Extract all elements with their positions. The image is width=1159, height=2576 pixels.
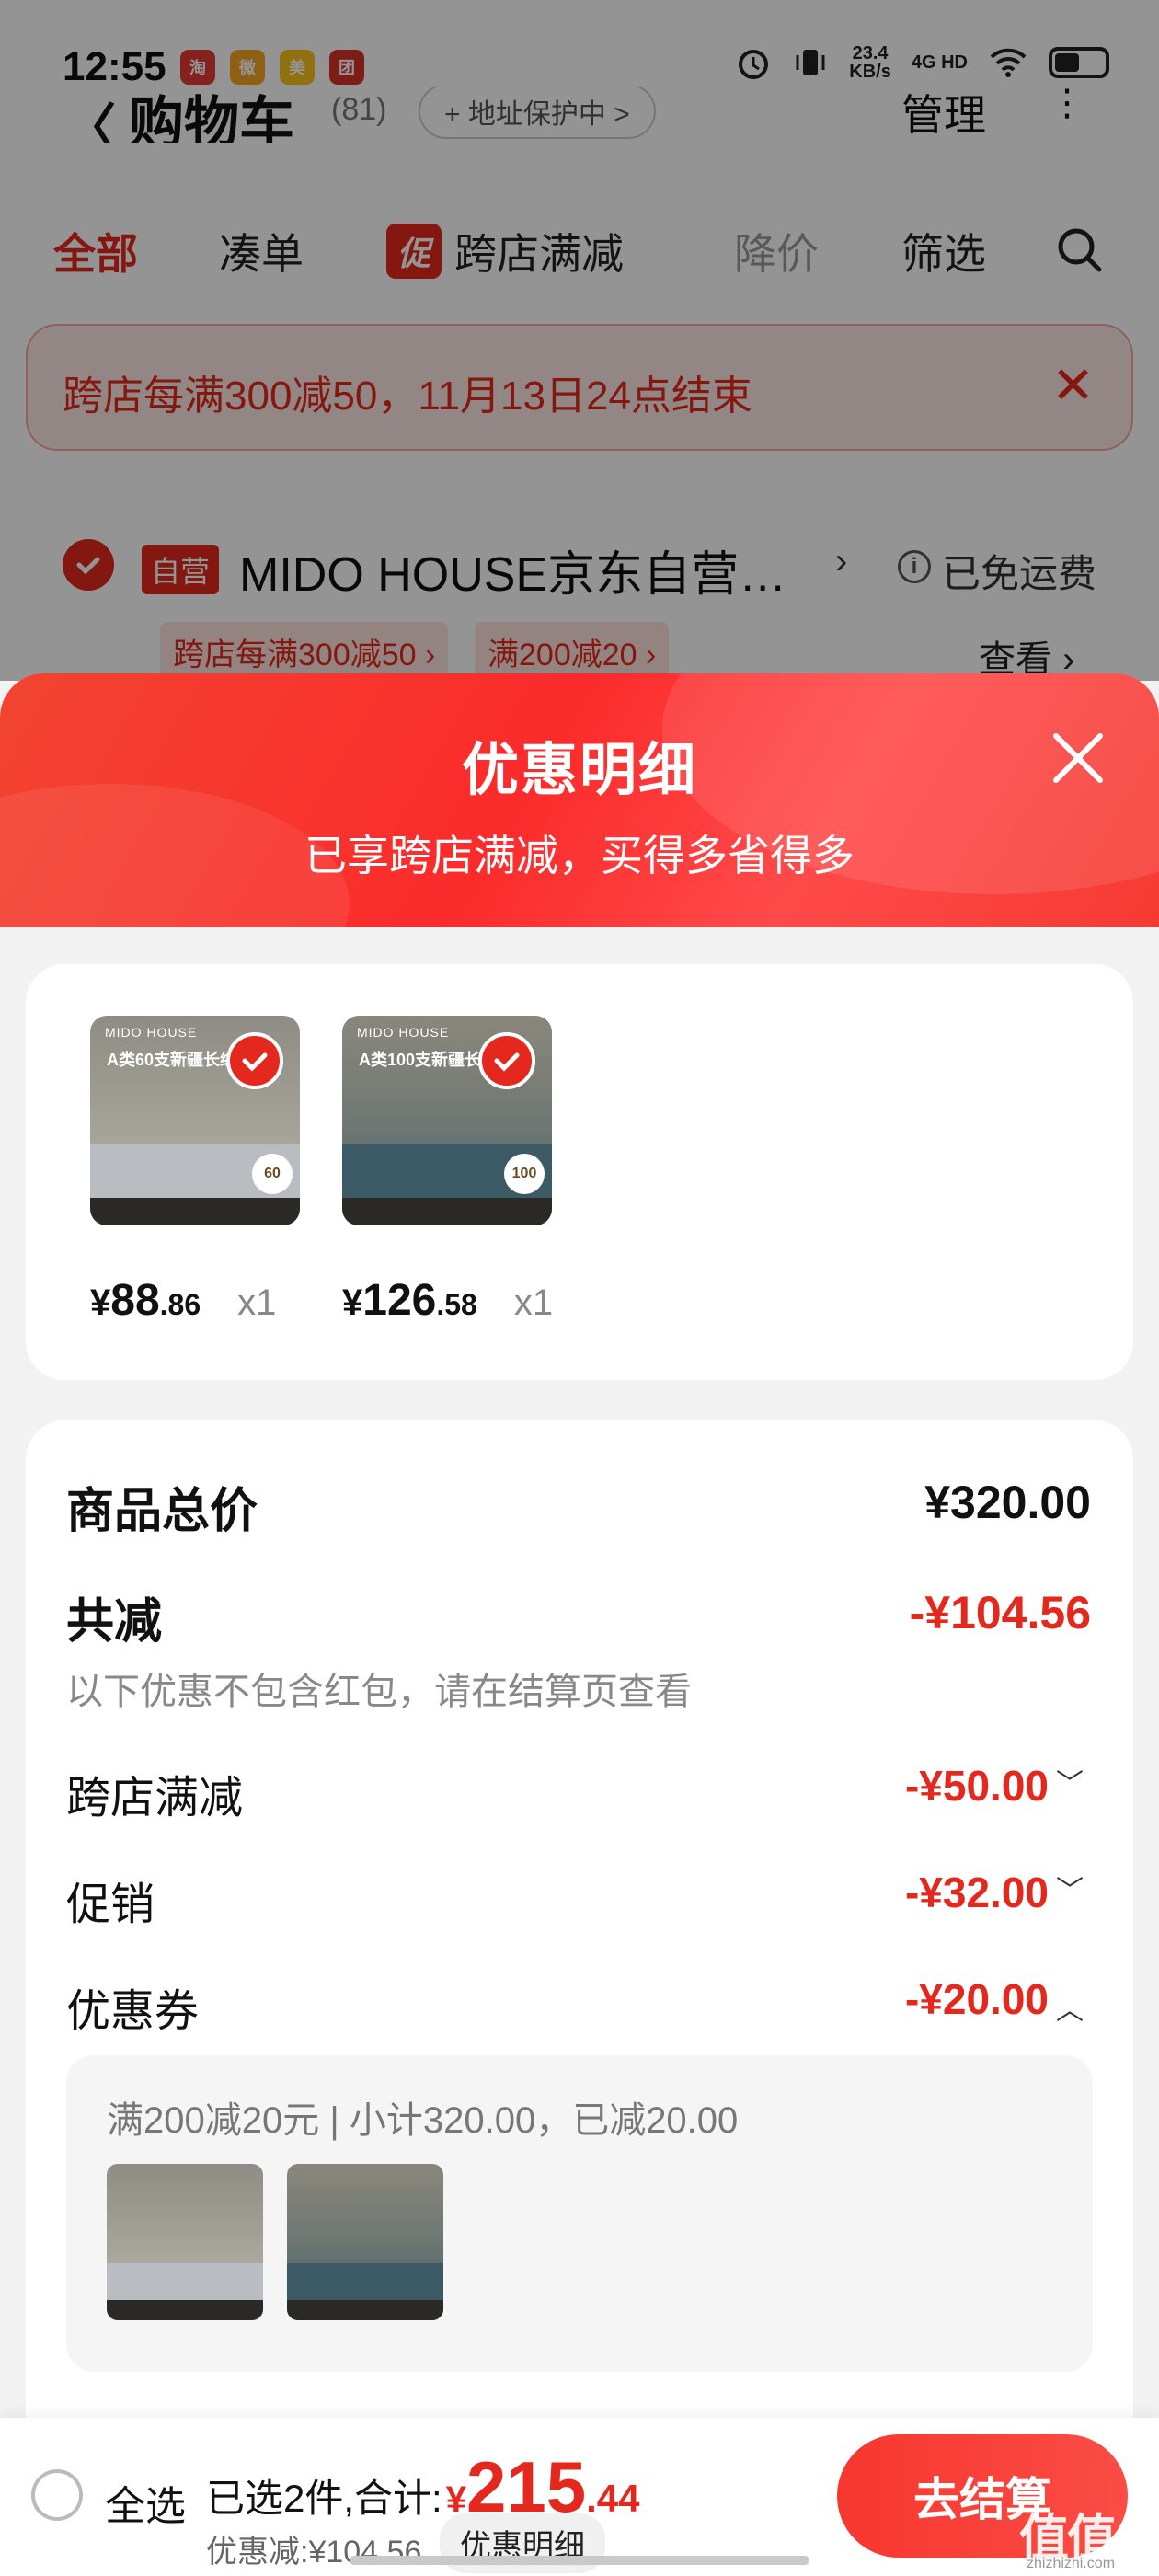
select-all-checkbox[interactable] [31, 2469, 83, 2521]
chevron-down-icon: ﹀ [1056, 1876, 1084, 1906]
cross-store-value: -¥50.00 [904, 1762, 1049, 1810]
product-price: ¥126.58 x1 [342, 1276, 554, 1325]
cross-store-label: 跨店满减 [66, 1774, 244, 1823]
product-thumbnail: MIDO HOUSE A类100支新疆长绒 100 [342, 1016, 552, 1225]
select-all-label[interactable]: 全选 [105, 2473, 186, 2532]
total-reduce-value: -¥104.56 [909, 1587, 1091, 1639]
total-price-value: ¥320.00 [924, 1477, 1091, 1528]
chevron-up-icon: ︿ [1056, 1995, 1084, 2026]
selected-check-icon [226, 1032, 283, 1089]
total-price-label: 商品总价 [66, 1485, 258, 1538]
checkout-bar: 全选 已选2件,合计: ¥215.44 优惠减:¥104.56 优惠明细 去结算 [0, 2418, 1159, 2576]
sheet-title: 优惠明细 [461, 739, 697, 802]
product-thumbnail: MIDO HOUSE A类60支新疆长绒 60 [90, 1016, 300, 1225]
selected-check-icon [478, 1032, 535, 1089]
coupon-detail-text: 满200减20元 | 小计320.00，已减20.00 [107, 2100, 739, 2141]
coupon-product-thumbnail [287, 2164, 443, 2320]
dim-overlay[interactable] [0, 0, 1159, 681]
product-quantity: x1 [513, 1282, 554, 1323]
coupon-row[interactable]: -¥20.00 ︿ [905, 1974, 1084, 2028]
discount-sheet-body: MIDO HOUSE A类60支新疆长绒 60 ¥88.86 x1 MIDO H… [0, 927, 1159, 2576]
discount-summary-card: 商品总价 ¥320.00 共减 -¥104.56 以下优惠不包含红包，请在结算页… [26, 1420, 1133, 2488]
coupon-product-thumbnail [107, 2164, 263, 2320]
reduce-note: 以下优惠不包含红包，请在结算页查看 [66, 1672, 692, 1712]
coupon-value: -¥20.00 [904, 1975, 1049, 2023]
promotion-label: 促销 [66, 1880, 155, 1929]
discount-sheet-header: 优惠明细 已享跨店满减，买得多省得多 [0, 673, 1159, 931]
coupon-detail-box: 满200减20元 | 小计320.00，已减20.00 [66, 2055, 1093, 2372]
sheet-subtitle: 已享跨店满减，买得多省得多 [304, 832, 855, 880]
close-icon[interactable] [1049, 729, 1107, 788]
product-quantity: x1 [237, 1282, 277, 1323]
product-item[interactable]: MIDO HOUSE A类60支新疆长绒 60 ¥88.86 x1 [90, 1016, 302, 1326]
product-price: ¥88.86 x1 [90, 1276, 277, 1325]
coupon-label: 优惠券 [66, 1987, 200, 2036]
promotion-value: -¥32.00 [904, 1869, 1049, 1916]
home-indicator[interactable] [350, 2556, 809, 2565]
cart-page-background: 12:55 淘 微 美 团 23.4 KB/s 4G HD 〈 购物车 (81) … [0, 0, 1159, 751]
cross-store-row[interactable]: -¥50.00 ﹀ [905, 1761, 1084, 1811]
product-item[interactable]: MIDO HOUSE A类100支新疆长绒 100 ¥126.58 x1 [342, 1016, 554, 1326]
selected-items-card: MIDO HOUSE A类60支新疆长绒 60 ¥88.86 x1 MIDO H… [26, 964, 1133, 1380]
promotion-row[interactable]: -¥32.00 ﹀ [905, 1868, 1084, 1917]
watermark-site: zhizhizhi.com [1027, 2556, 1116, 2571]
chevron-down-icon: ﹀ [1056, 1769, 1084, 1800]
total-reduce-label: 共减 [66, 1595, 163, 1649]
